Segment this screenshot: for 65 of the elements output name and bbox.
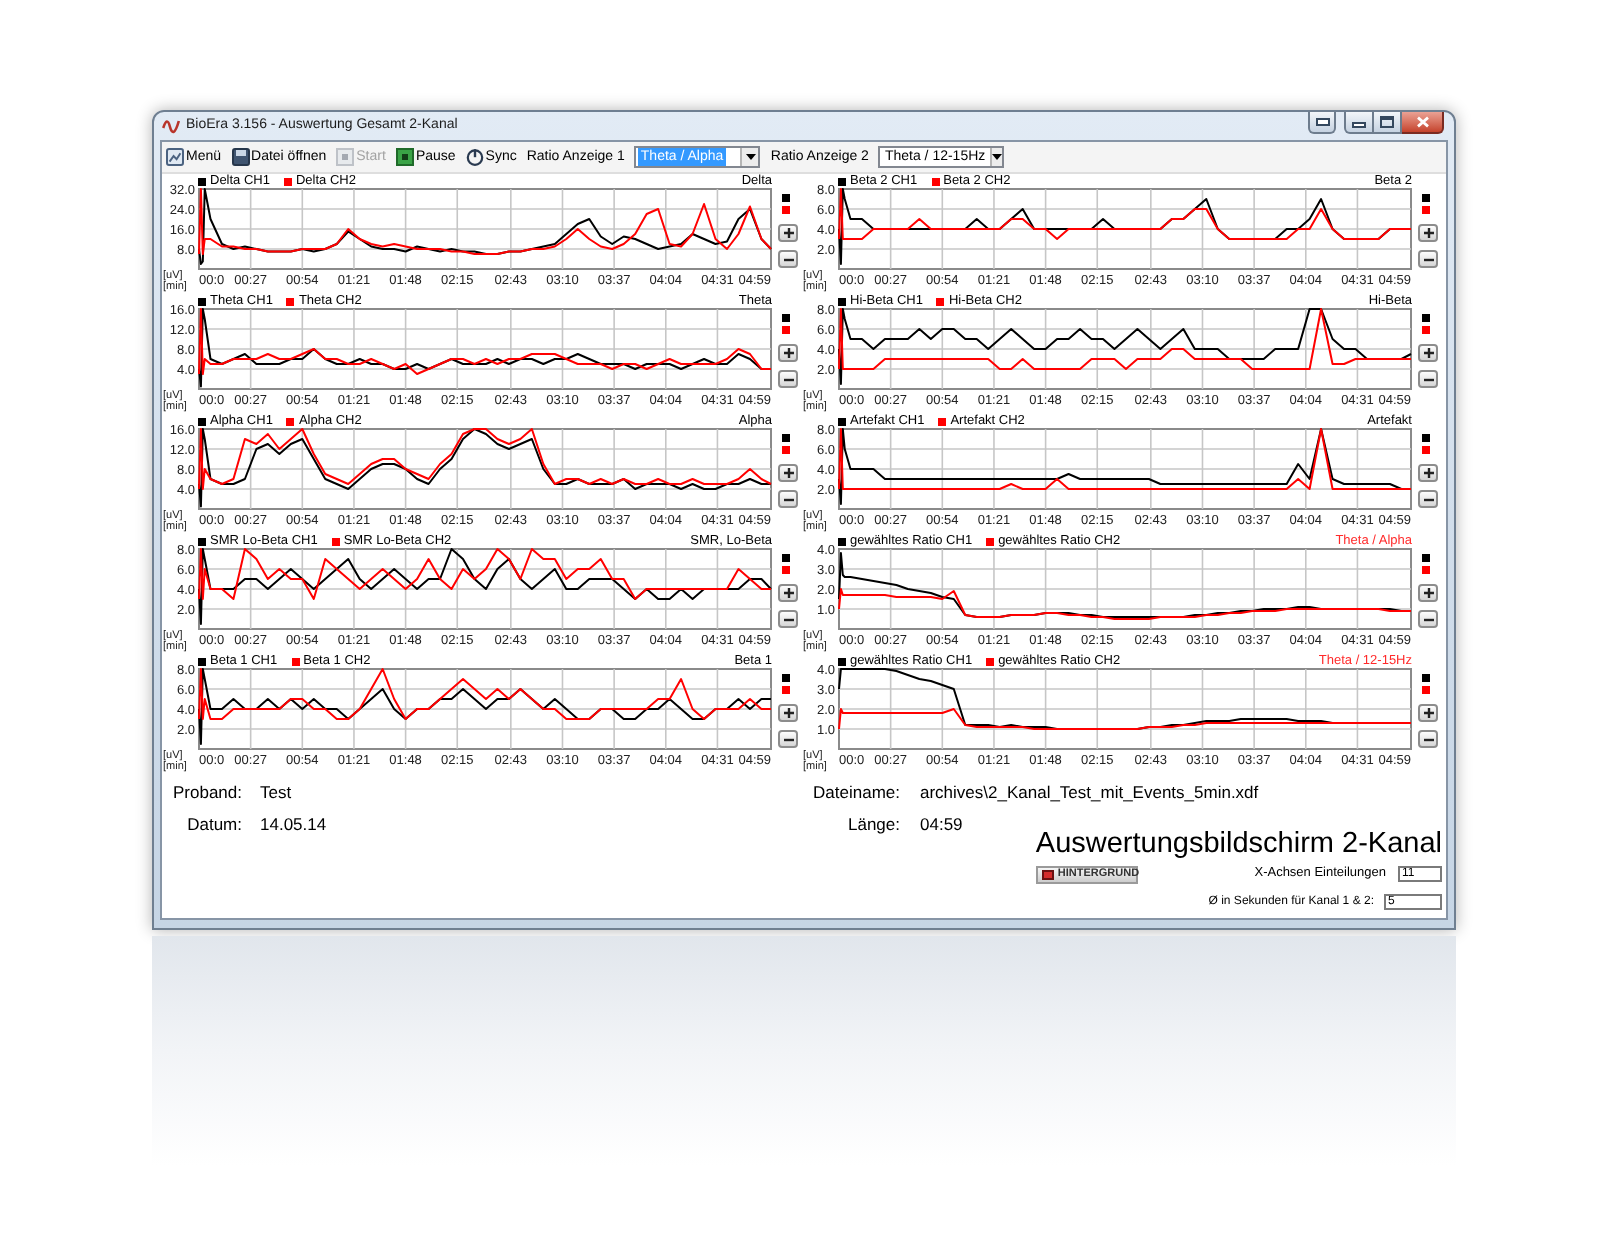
plus-button[interactable] xyxy=(778,704,798,722)
square-icon xyxy=(395,148,414,166)
plus-button[interactable] xyxy=(1418,584,1438,602)
square-icon xyxy=(336,148,355,166)
field-label: Proband: xyxy=(171,780,242,804)
plus-button[interactable] xyxy=(1418,704,1438,722)
plus-button[interactable] xyxy=(778,224,798,242)
caret-icon xyxy=(992,154,1003,160)
close-icon xyxy=(1415,116,1429,128)
minus-icon xyxy=(783,377,793,381)
picture-icon xyxy=(166,148,184,166)
minus-icon xyxy=(783,737,793,741)
minus-icon xyxy=(1423,617,1433,621)
field-value: 14.05.14 xyxy=(260,812,327,836)
plus-icon xyxy=(1423,588,1433,598)
minus-button[interactable] xyxy=(1418,610,1438,628)
field-label: Länge: xyxy=(846,812,900,836)
minus-icon xyxy=(1423,737,1433,741)
plus-button[interactable] xyxy=(778,464,798,482)
field-value: 04:59 xyxy=(920,812,963,836)
power-icon xyxy=(465,148,484,166)
field-value: Test xyxy=(260,780,292,804)
rectangle-icon xyxy=(1315,118,1329,126)
minimize-button[interactable] xyxy=(1344,112,1374,134)
square-icon xyxy=(1041,869,1054,879)
plus-icon xyxy=(1423,228,1433,238)
plus-icon xyxy=(1423,468,1433,478)
plus-button[interactable] xyxy=(1418,224,1438,242)
minus-button[interactable] xyxy=(778,370,798,388)
field-label: Dateiname: xyxy=(811,780,900,804)
wave-icon xyxy=(162,118,180,134)
field-value: archives\2_Kanal_Test_mit_Events_5min.xdf xyxy=(920,780,1259,804)
minus-button[interactable] xyxy=(778,490,798,508)
heading: Auswertungsbildschirm 2-Kanal xyxy=(1035,828,1442,860)
minus-icon xyxy=(783,617,793,621)
plus-icon xyxy=(1423,348,1433,358)
minus-button[interactable] xyxy=(1418,730,1438,748)
close-button[interactable] xyxy=(1402,112,1444,134)
plus-icon xyxy=(783,588,793,598)
minus-icon xyxy=(1423,497,1433,501)
minus-button[interactable] xyxy=(1418,370,1438,388)
plus-button[interactable] xyxy=(1418,464,1438,482)
plus-button[interactable] xyxy=(1418,344,1438,362)
field-label: Datum: xyxy=(185,812,242,836)
maximize-icon xyxy=(1380,116,1394,128)
minus-icon xyxy=(1423,257,1433,261)
minus-button[interactable] xyxy=(778,250,798,268)
minus-icon xyxy=(783,497,793,501)
plus-button[interactable] xyxy=(778,344,798,362)
minus-icon xyxy=(783,257,793,261)
plus-button[interactable] xyxy=(778,584,798,602)
window-button[interactable] xyxy=(1308,112,1336,134)
minus-button[interactable] xyxy=(778,610,798,628)
maximize-button[interactable] xyxy=(1374,112,1402,134)
plus-icon xyxy=(1423,708,1433,718)
plus-icon xyxy=(783,348,793,358)
plus-icon xyxy=(783,708,793,718)
minimize-icon xyxy=(1352,122,1366,128)
plus-icon xyxy=(783,468,793,478)
minus-button[interactable] xyxy=(1418,490,1438,508)
minus-icon xyxy=(1423,377,1433,381)
caret-icon xyxy=(745,154,756,160)
plus-icon xyxy=(783,228,793,238)
minus-button[interactable] xyxy=(1418,250,1438,268)
minus-button[interactable] xyxy=(778,730,798,748)
